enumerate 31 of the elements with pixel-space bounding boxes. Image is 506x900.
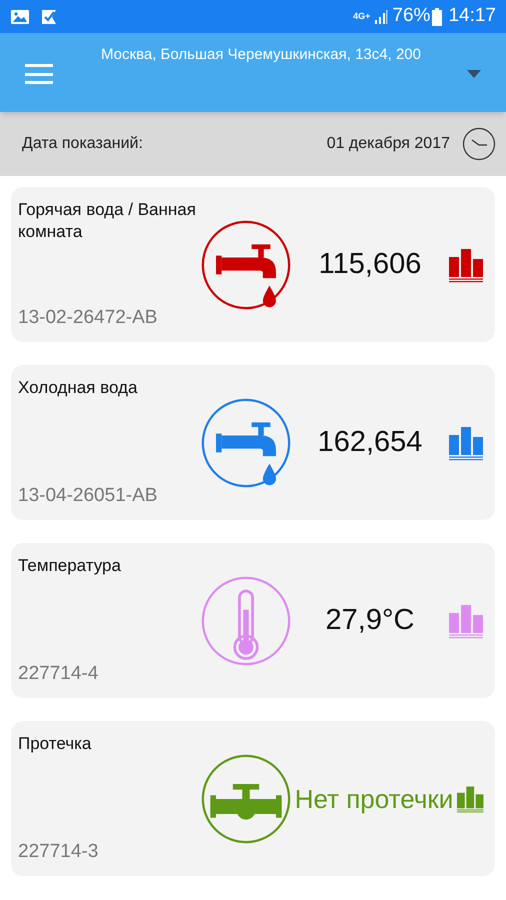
meter-card[interactable]: Холодная вода 13-04-26051-AB 162,654 bbox=[11, 365, 495, 520]
meter-reading: 27,9°C bbox=[326, 602, 414, 638]
meter-card[interactable]: Горячая вода / Ванная комната 13-02-26472-AB 115,606 bbox=[11, 187, 495, 342]
menu-icon[interactable] bbox=[25, 64, 53, 84]
meter-card[interactable]: Температура 227714-4 27,9°C bbox=[11, 543, 495, 698]
meter-card[interactable]: Протечка 227714-3 Нет протечки bbox=[11, 721, 495, 876]
bar-chart-icon[interactable] bbox=[449, 246, 485, 282]
meter-name: Протечка bbox=[18, 733, 92, 755]
serial-number: 227714-3 bbox=[18, 840, 100, 864]
meter-reading: 162,654 bbox=[318, 424, 422, 460]
meter-reading: 115,606 bbox=[318, 246, 422, 282]
battery-icon bbox=[432, 8, 442, 26]
serial-number: 13-02-26472-AB bbox=[18, 306, 158, 330]
bar-chart-icon[interactable] bbox=[449, 424, 485, 460]
meter-name: Горячая вода / Ванная комната bbox=[18, 199, 197, 243]
image-icon bbox=[10, 8, 30, 24]
bar-chart-icon[interactable] bbox=[457, 784, 485, 812]
battery-percent: 76% bbox=[392, 4, 430, 28]
serial-number: 13-04-26051-AB bbox=[18, 484, 158, 508]
meter-name: Температура bbox=[18, 555, 122, 577]
check-flag-icon bbox=[40, 8, 58, 26]
meter-reading: Нет протечки bbox=[294, 784, 454, 814]
clock-icon[interactable] bbox=[462, 127, 496, 161]
dropdown-caret-icon[interactable] bbox=[467, 70, 481, 78]
serial-number: 227714-4 bbox=[18, 662, 100, 686]
network-type: 4G+ bbox=[353, 10, 370, 23]
clock-time: 14:17 bbox=[448, 4, 496, 28]
date-label: Дата показаний: bbox=[22, 134, 143, 154]
signal-icon bbox=[374, 10, 388, 24]
date-value: 01 декабря 2017 bbox=[326, 134, 450, 154]
meter-name: Холодная вода bbox=[18, 377, 138, 399]
